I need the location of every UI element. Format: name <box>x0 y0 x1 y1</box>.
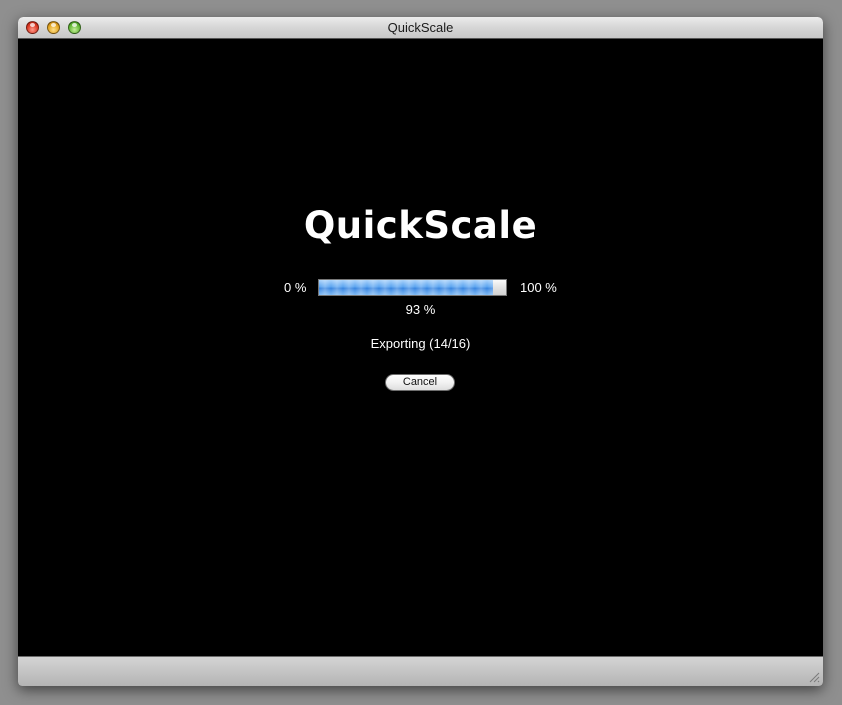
app-title: QuickScale <box>303 204 538 247</box>
app-window: QuickScale QuickScale 0 % 100 % 93 % Exp… <box>18 17 823 686</box>
bottom-bar <box>18 656 823 686</box>
progress-bar <box>318 279 507 296</box>
window-title: QuickScale <box>387 20 454 35</box>
desktop: QuickScale QuickScale 0 % 100 % 93 % Exp… <box>0 0 842 705</box>
status-text: Exporting (14/16) <box>370 336 471 351</box>
progress-bar-fill <box>319 280 493 295</box>
progress-max-label: 100 % <box>520 280 557 295</box>
resize-grip-icon[interactable] <box>808 671 820 683</box>
cancel-button[interactable]: Cancel <box>385 374 455 391</box>
progress-min-label: 0 % <box>284 280 307 295</box>
progress-value-label: 93 % <box>405 302 436 317</box>
title-bar[interactable]: QuickScale <box>18 17 823 39</box>
main-content: QuickScale 0 % 100 % 93 % Exporting (14/… <box>18 39 823 656</box>
